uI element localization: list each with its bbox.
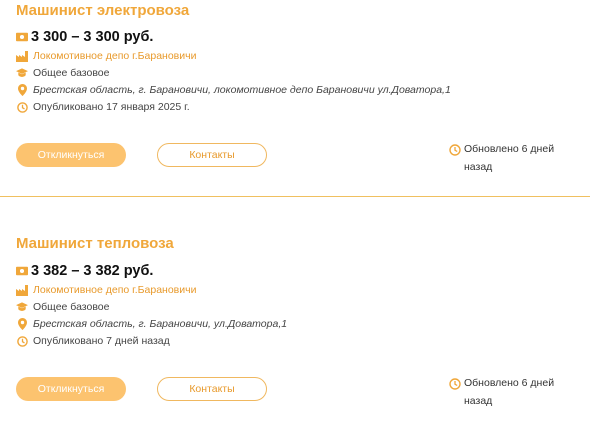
salary-row: 3 300 – 3 300 руб. — [16, 29, 153, 45]
salary-row: 3 382 – 3 382 руб. — [16, 263, 153, 279]
salary-value: 3 300 – 3 300 руб. — [31, 29, 154, 45]
address-text: Брестская область, г. Барановичи, ул.Дов… — [33, 318, 288, 330]
address-row: Брестская область, г. Барановичи, локомо… — [16, 84, 451, 96]
updated-text: Обновлено 6 дней назад — [464, 377, 555, 407]
graduation-cap-icon — [16, 67, 28, 79]
salary-value: 3 382 – 3 382 руб. — [31, 263, 154, 279]
factory-icon — [16, 284, 28, 296]
contacts-button[interactable]: Контакты — [157, 377, 267, 401]
clock-icon — [16, 335, 28, 347]
published-text: Опубликовано 7 дней назад — [33, 335, 170, 347]
employer-link[interactable]: Локомотивное депо г.Барановичи — [33, 284, 196, 296]
employer-row: Локомотивное депо г.Барановичи — [16, 50, 196, 62]
updated-info: Обновлено 6 дней назад — [449, 377, 564, 410]
factory-icon — [16, 50, 28, 62]
education-row: Общее базовое — [16, 301, 109, 313]
graduation-cap-icon — [16, 301, 28, 313]
address-row: Брестская область, г. Барановичи, ул.Дов… — [16, 318, 287, 330]
published-row: Опубликовано 7 дней назад — [16, 335, 170, 347]
employer-link[interactable]: Локомотивное депо г.Барановичи — [33, 50, 196, 62]
updated-text: Обновлено 6 дней назад — [464, 143, 555, 173]
clock-icon — [16, 101, 28, 113]
published-text: Опубликовано 17 января 2025 г. — [33, 101, 190, 113]
clock-icon — [449, 144, 461, 156]
employer-row: Локомотивное депо г.Барановичи — [16, 284, 196, 296]
vacancy-title-link[interactable]: Машинист электровоза — [16, 2, 189, 19]
contacts-button[interactable]: Контакты — [157, 143, 267, 167]
education-text: Общее базовое — [33, 301, 110, 313]
education-row: Общее базовое — [16, 67, 109, 79]
vacancy-card: Машинист электровоза 3 300 – 3 300 руб. … — [0, 0, 590, 196]
education-text: Общее базовое — [33, 67, 110, 79]
respond-button[interactable]: Откликнуться — [16, 143, 126, 167]
location-pin-icon — [16, 318, 28, 330]
vacancy-card: Машинист тепловоза 3 382 – 3 382 руб. Ло… — [0, 215, 590, 429]
money-icon — [16, 31, 28, 43]
money-icon — [16, 265, 28, 277]
respond-button[interactable]: Откликнуться — [16, 377, 126, 401]
published-row: Опубликовано 17 января 2025 г. — [16, 101, 190, 113]
updated-info: Обновлено 6 дней назад — [449, 143, 564, 176]
address-text: Брестская область, г. Барановичи, локомо… — [33, 84, 451, 96]
location-pin-icon — [16, 84, 28, 96]
vacancy-title-link[interactable]: Машинист тепловоза — [16, 235, 174, 252]
divider — [0, 196, 590, 197]
clock-icon — [449, 378, 461, 390]
